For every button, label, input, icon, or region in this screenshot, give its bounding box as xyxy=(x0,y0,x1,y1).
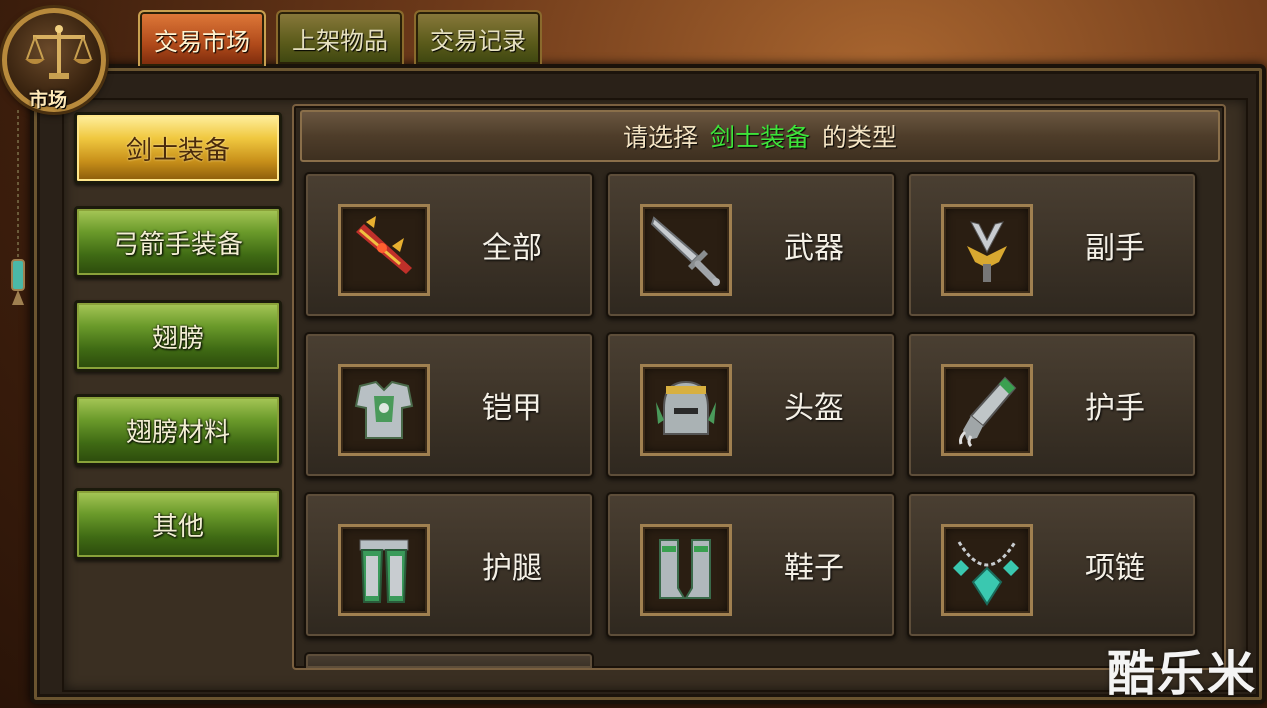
type-card-necklace[interactable]: 项链 xyxy=(907,492,1197,638)
tab-trade-records[interactable]: 交易记录 xyxy=(414,10,542,64)
type-card-boots[interactable]: 鞋子 xyxy=(606,492,896,638)
header-highlight: 剑士装备 xyxy=(709,123,810,152)
type-card-helmet[interactable]: 头盔 xyxy=(606,332,896,478)
watermark: 酷乐米 xyxy=(1106,646,1257,702)
category-wing-materials[interactable]: 翅膀材料 xyxy=(74,394,282,466)
category-other[interactable]: 其他 xyxy=(74,488,282,560)
tab-market[interactable]: 交易市场 xyxy=(138,10,266,66)
chain-ornament xyxy=(11,110,25,305)
tab-bar: 交易市场 上架物品 交易记录 xyxy=(138,10,542,66)
type-card-offhand[interactable]: 副手 xyxy=(907,172,1197,318)
type-card-gauntlet[interactable]: 护手 xyxy=(907,332,1197,478)
offhand-icon xyxy=(941,204,1033,296)
armor-icon xyxy=(338,364,430,456)
header-prefix: 请选择 xyxy=(622,123,698,152)
type-label: 鞋子 xyxy=(784,551,844,586)
leg-guard-icon xyxy=(338,524,430,616)
type-label: 项链 xyxy=(1085,551,1145,586)
type-card-weapon[interactable]: 武器 xyxy=(606,172,896,318)
all-items-icon xyxy=(338,204,430,296)
emblem-label: 市场 xyxy=(29,89,68,111)
type-label: 铠甲 xyxy=(482,391,542,426)
scales-icon xyxy=(25,25,93,79)
type-label: 头盔 xyxy=(784,391,844,426)
type-label: 全部 xyxy=(482,231,542,266)
type-card-armor[interactable]: 铠甲 xyxy=(304,332,594,478)
sword-icon xyxy=(640,204,732,296)
tab-list-items[interactable]: 上架物品 xyxy=(276,10,404,64)
type-card-leg-guard[interactable]: 护腿 xyxy=(304,492,594,638)
necklace-icon xyxy=(941,524,1033,616)
gauntlet-icon xyxy=(941,364,1033,456)
market-emblem: 市场 xyxy=(2,8,106,112)
header-suffix: 的类型 xyxy=(822,123,898,152)
category-swordsman-equipment[interactable]: 剑士装备 xyxy=(74,112,282,184)
type-label: 护手 xyxy=(1085,391,1145,426)
next-row-card-partial[interactable] xyxy=(304,652,594,668)
type-label: 副手 xyxy=(1085,231,1145,266)
category-wings[interactable]: 翅膀 xyxy=(74,300,282,372)
category-archer-equipment[interactable]: 弓箭手装备 xyxy=(74,206,282,278)
type-label: 护腿 xyxy=(482,551,542,586)
boots-icon xyxy=(640,524,732,616)
helmet-icon xyxy=(640,364,732,456)
type-card-all[interactable]: 全部 xyxy=(304,172,594,318)
type-header: 请选择 剑士装备 的类型 xyxy=(300,110,1220,162)
type-label: 武器 xyxy=(784,231,844,266)
